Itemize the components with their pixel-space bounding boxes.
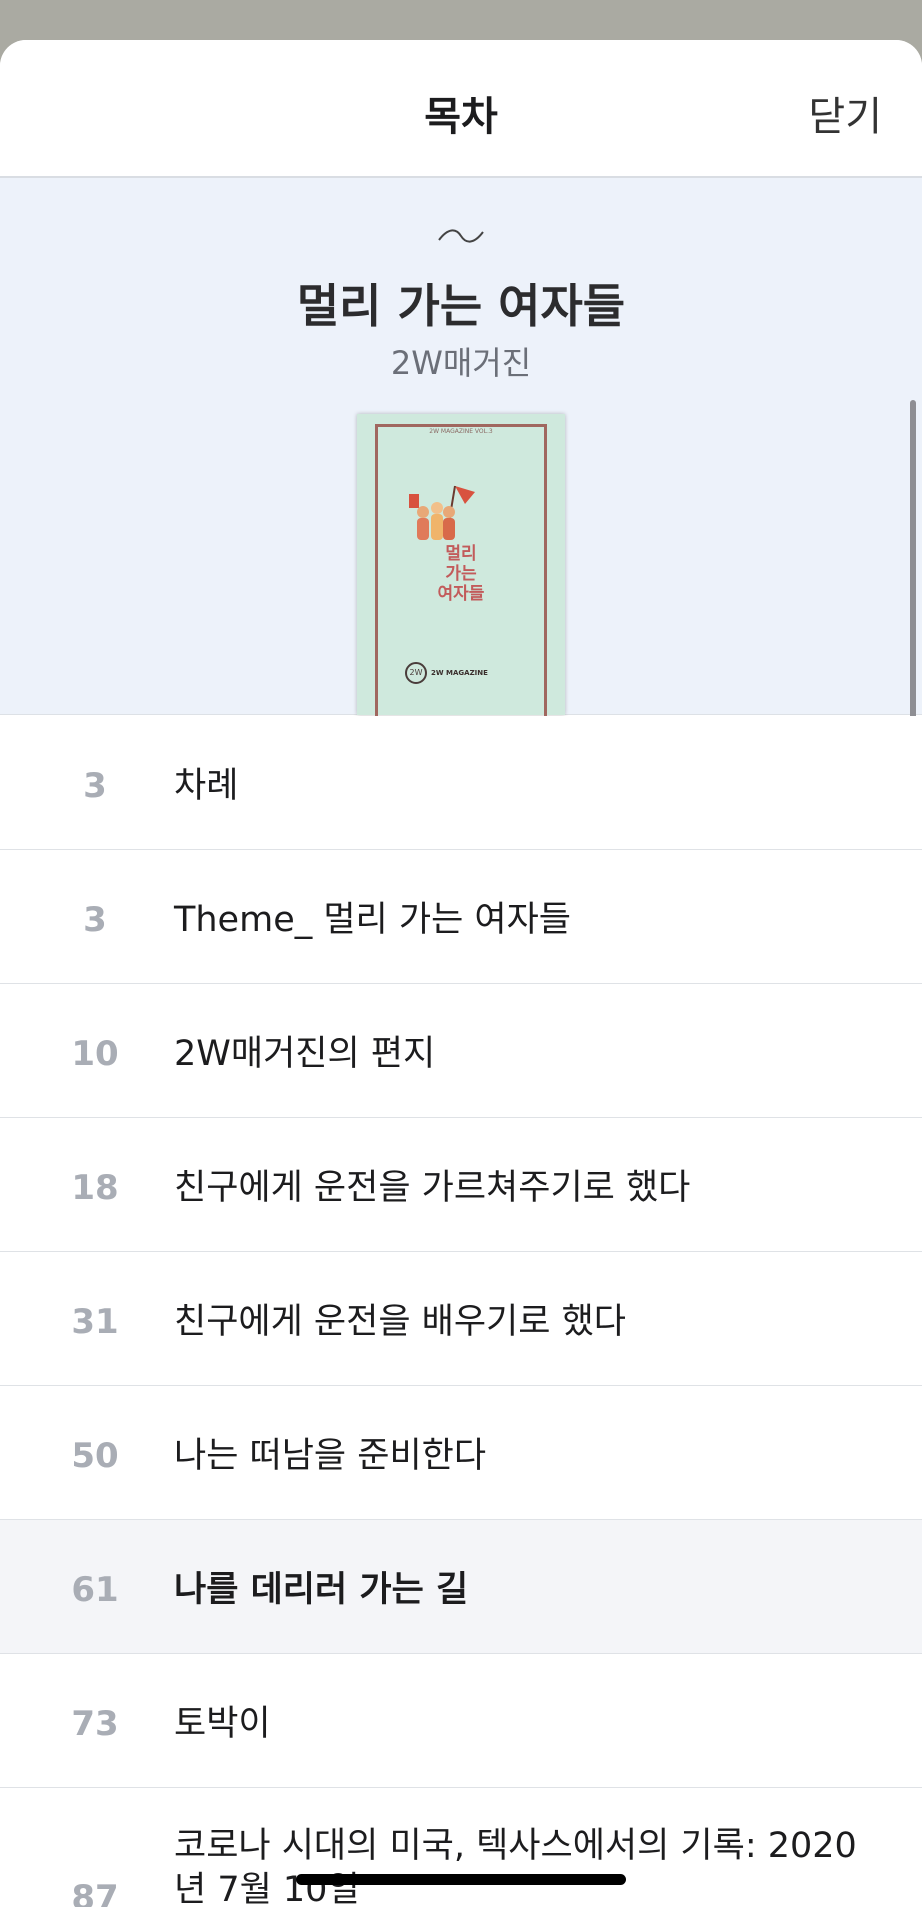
toc-page-number: 3	[83, 766, 107, 806]
book-info: 멀리 가는 여자들 2W매거진 2W MAGAZINE VOL.3 멀리 가는 …	[0, 178, 922, 878]
book-title: 멀리 가는 여자들	[296, 279, 626, 333]
cover-title-line: 가는	[445, 564, 477, 584]
logo-text: 2W MAGAZINE	[431, 669, 488, 677]
toc-item[interactable]: 3 차례	[0, 716, 922, 850]
toc-label: Theme_ 멀리 가는 여자들	[174, 900, 571, 940]
book-publisher: 2W매거진	[390, 344, 532, 382]
toc-item[interactable]: 31 친구에게 운전을 배우기로 했다	[0, 1252, 922, 1386]
close-button[interactable]: 닫기	[808, 84, 882, 142]
toc-label: 나는 떠남을 준비한다	[174, 1436, 487, 1476]
toc-list: 3 차례 3 Theme_ 멀리 가는 여자들 10 2W매거진의 편지 18 친구에게 운전…	[0, 716, 922, 1907]
toc-page-number: 18	[71, 1168, 119, 1208]
toc-page-number: 61	[71, 1570, 119, 1610]
cover-title-line: 여자들	[437, 584, 485, 604]
toc-label: 2W매거진의 편지	[174, 1034, 436, 1074]
toc-item[interactable]: 18 친구에게 운전을 가르쳐주기로 했다	[0, 1118, 922, 1252]
toc-page-number: 87	[71, 1878, 119, 1907]
toc-sheet: 목차 닫기 멀리 가는 여자들 2W매거진 2W MAGAZINE VOL.3	[0, 40, 922, 1907]
cover-illustration	[409, 485, 475, 540]
toc-page-number: 73	[71, 1704, 119, 1744]
toc-item[interactable]: 10 2W매거진의 편지	[0, 984, 922, 1118]
toc-label: 친구에게 운전을 배우기로 했다	[174, 1302, 626, 1342]
ornament-icon	[0, 218, 922, 252]
toc-label: 토박이	[174, 1704, 271, 1744]
toc-label: 차례	[174, 766, 239, 806]
logo-mark-icon: 2W	[405, 662, 427, 684]
sheet-header: 목차 닫기	[0, 40, 922, 178]
sheet-title: 목차	[424, 94, 498, 140]
cover-topline: 2W MAGAZINE VOL.3	[429, 428, 493, 435]
toc-label: 코로나 시대의 미국, 텍사스에서의 기록: 2020년 7월 10일	[174, 1826, 857, 1907]
cover-title: 멀리 가는 여자들	[357, 544, 565, 604]
home-indicator[interactable]	[296, 1874, 626, 1885]
toc-label: 나를 데리러 가는 길	[174, 1570, 469, 1610]
toc-item[interactable]: 3 Theme_ 멀리 가는 여자들	[0, 850, 922, 984]
toc-page-number: 31	[71, 1302, 119, 1342]
toc-page-number: 10	[71, 1034, 119, 1074]
toc-item[interactable]: 50 나는 떠남을 준비한다	[0, 1386, 922, 1520]
cover-logo: 2W 2W MAGAZINE	[405, 662, 488, 684]
toc-label: 친구에게 운전을 가르쳐주기로 했다	[174, 1168, 691, 1208]
toc-item[interactable]: 73 토박이	[0, 1654, 922, 1788]
toc-page-number: 3	[83, 900, 107, 940]
toc-page-number: 50	[71, 1436, 119, 1476]
cover-title-line: 멀리	[445, 544, 477, 564]
toc-item[interactable]: 61 나를 데리러 가는 길	[0, 1520, 922, 1654]
toc-item[interactable]: 87 코로나 시대의 미국, 텍사스에서의 기록: 2020년 7월 10일	[0, 1788, 922, 1907]
book-cover: 2W MAGAZINE VOL.3 멀리 가는 여자들 2W 2W MAGAZI…	[357, 414, 565, 780]
